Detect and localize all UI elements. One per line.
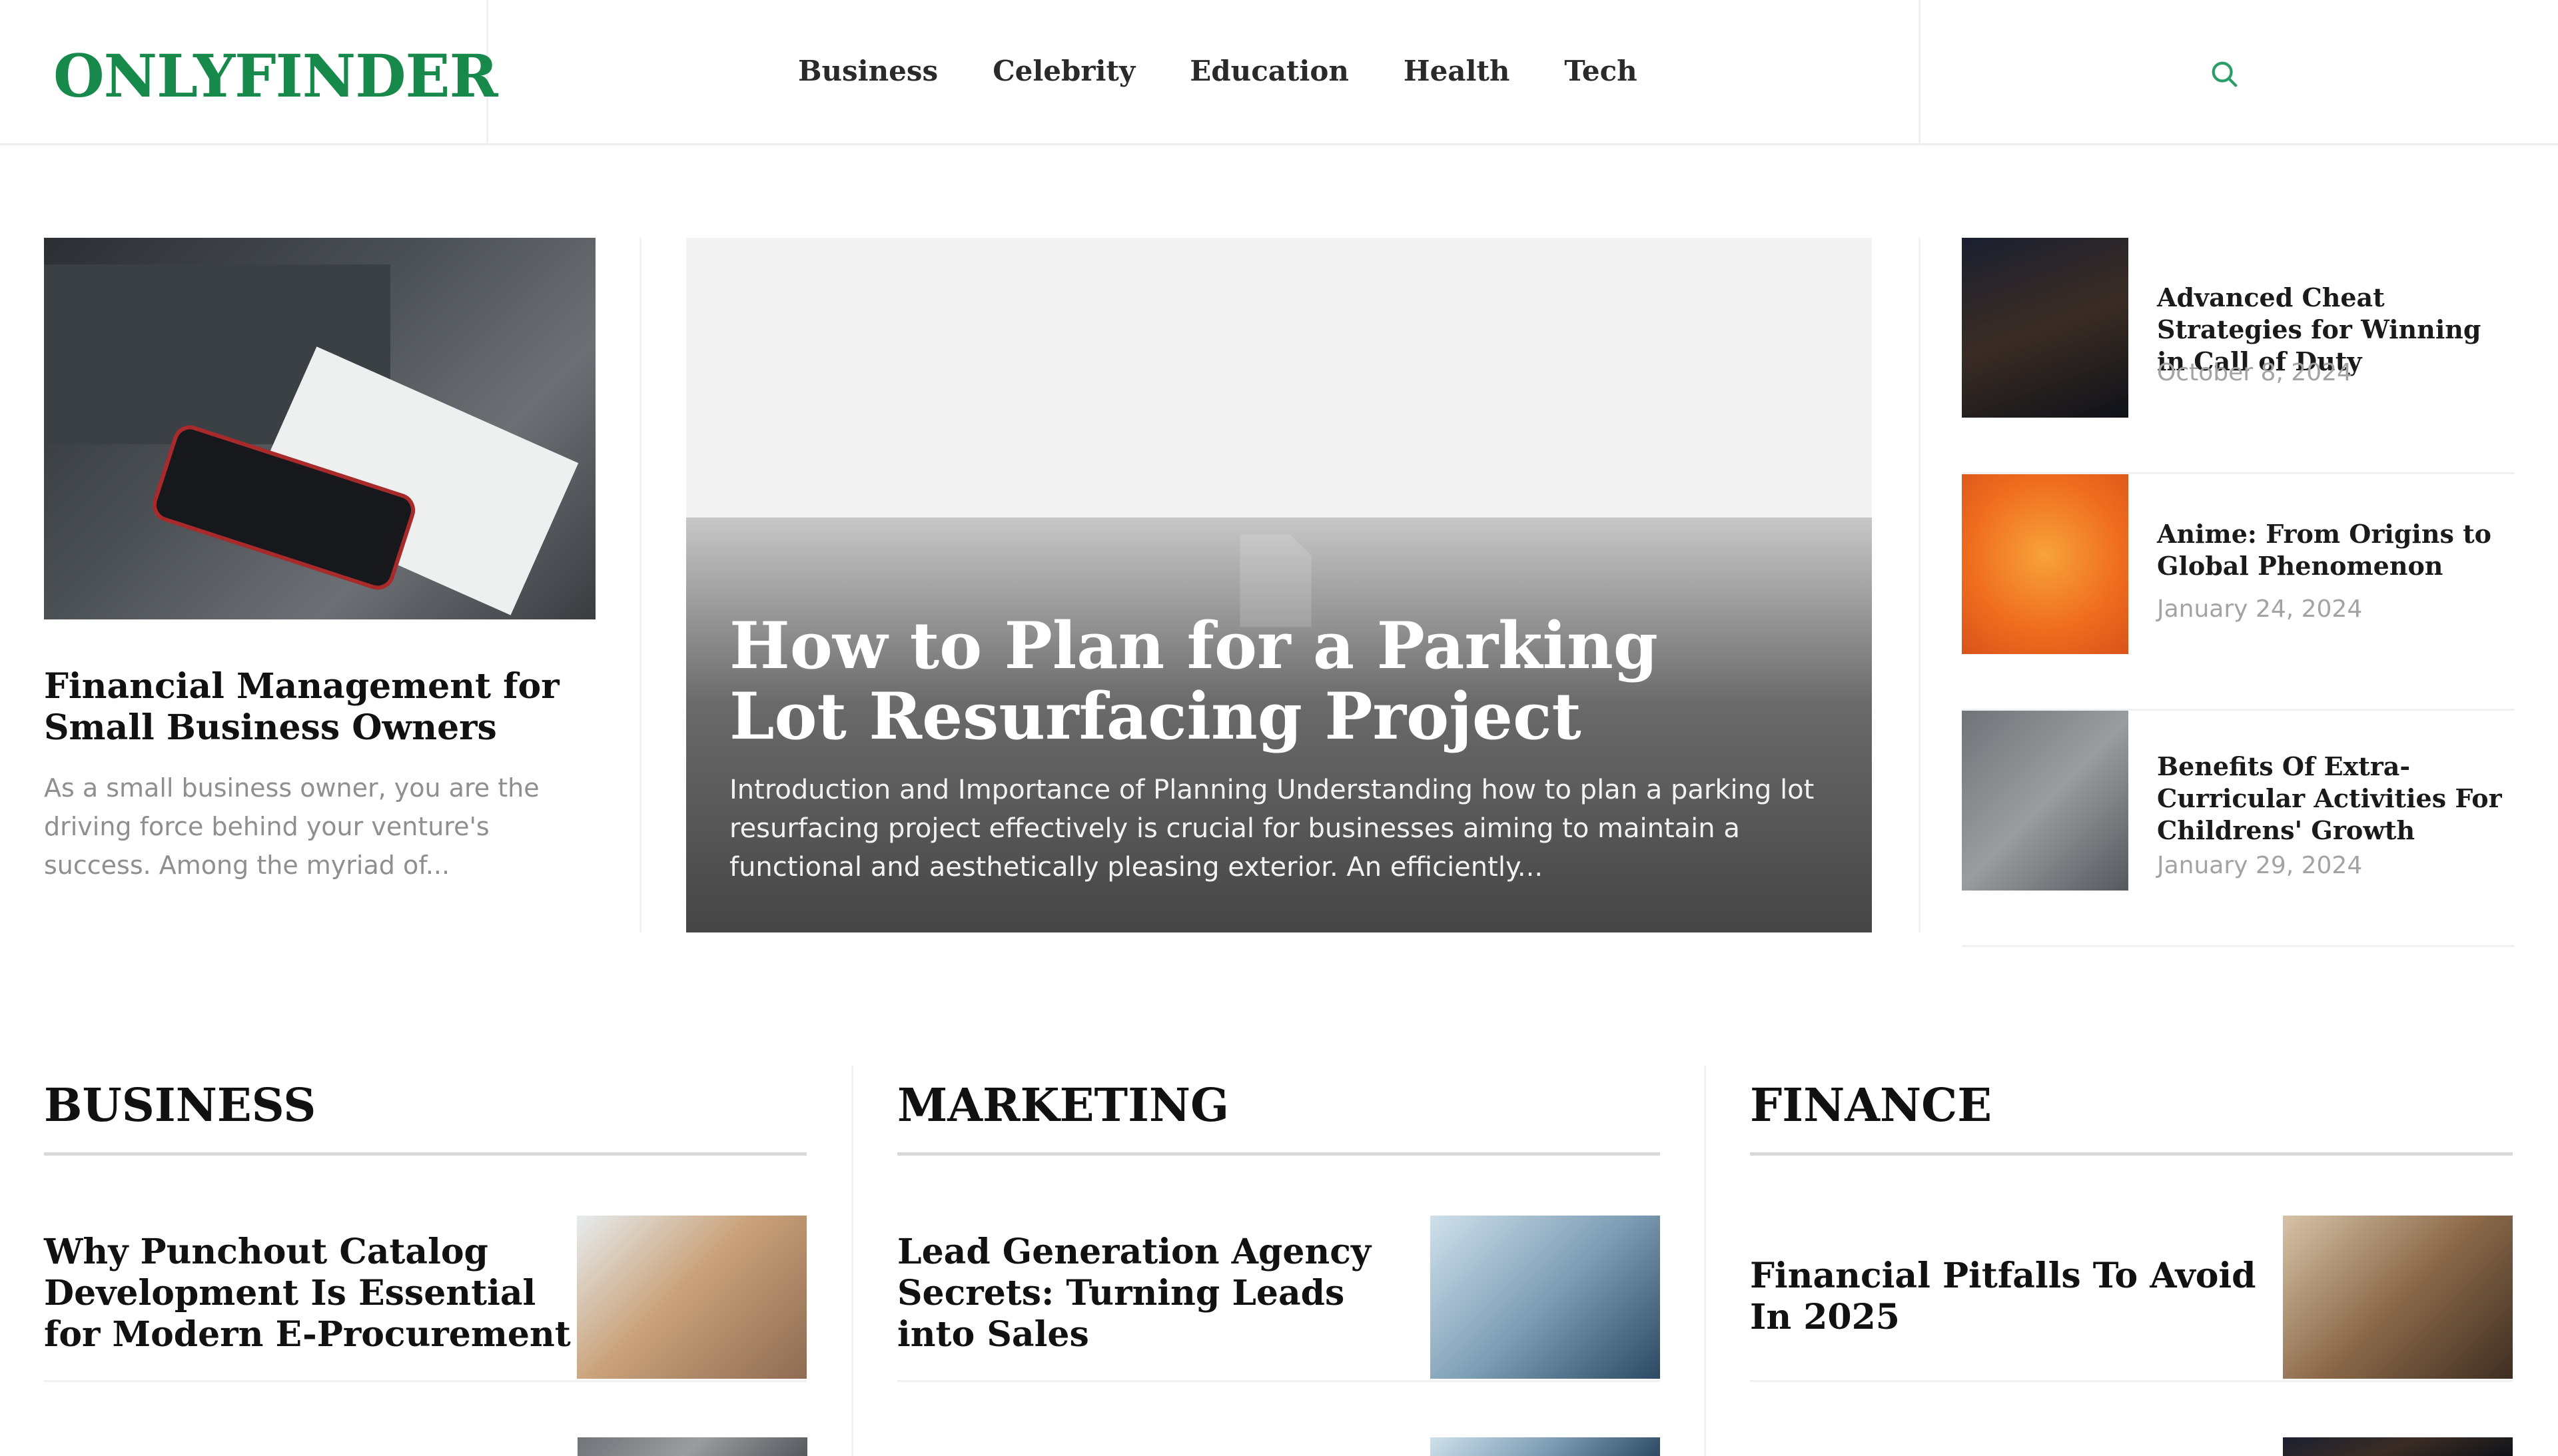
article-thumbnail[interactable] <box>1962 474 2128 654</box>
site-header: ONLYFINDER Business Celebrity Education … <box>0 0 2558 145</box>
search-icon[interactable] <box>2209 59 2240 89</box>
list-item[interactable]: Anime: From Origins to Global Phenomenon… <box>1962 474 2515 711</box>
list-item[interactable]: Advanced Cheat Strategies for Winning in… <box>1962 238 2515 474</box>
section-marketing: MARKETING Lead Generation Agency Secrets… <box>897 1079 1660 1382</box>
nav-item-education[interactable]: Education <box>1190 55 1349 87</box>
article-thumbnail[interactable] <box>2283 1216 2513 1379</box>
article-thumbnail-peek[interactable] <box>2283 1437 2513 1456</box>
article-date: January 29, 2024 <box>2157 852 2363 879</box>
site-logo[interactable]: ONLYFINDER <box>53 41 498 111</box>
right-article-list: Advanced Cheat Strategies for Winning in… <box>1962 238 2515 947</box>
section-heading: MARKETING <box>897 1079 1660 1156</box>
article-thumbnail[interactable] <box>577 1216 807 1379</box>
column-divider <box>1704 1066 1706 1456</box>
hero-title[interactable]: How to Plan for a Parking Lot Resurfacin… <box>729 611 1795 752</box>
section-heading: FINANCE <box>1750 1079 2513 1156</box>
nav-item-celebrity[interactable]: Celebrity <box>993 55 1135 87</box>
article-title[interactable]: Financial Pitfalls To Avoid In 2025 <box>1750 1256 2283 1338</box>
column-divider <box>1918 238 1920 932</box>
section-business: BUSINESS Why Punchout Catalog Developmen… <box>44 1079 807 1382</box>
hero-excerpt: Introduction and Importance of Planning … <box>729 775 1815 883</box>
article-title[interactable]: Anime: From Origins to Global Phenomenon <box>2157 518 2517 582</box>
section-finance: FINANCE Financial Pitfalls To Avoid In 2… <box>1750 1079 2513 1382</box>
article-date: January 24, 2024 <box>2157 595 2363 623</box>
nav-item-business[interactable]: Business <box>798 55 938 87</box>
logo-cell: ONLYFINDER <box>0 0 498 145</box>
article-thumbnail-peek[interactable] <box>1430 1437 1660 1456</box>
article-thumbnail-peek[interactable] <box>578 1437 807 1456</box>
hero-article[interactable]: How to Plan for a Parking Lot Resurfacin… <box>686 238 1872 932</box>
article-image[interactable] <box>44 238 596 619</box>
article-title[interactable]: Why Punchout Catalog Development Is Esse… <box>44 1232 577 1355</box>
main-nav: Business Celebrity Education Health Tech <box>798 55 1637 87</box>
article-date: October 8, 2024 <box>2157 359 2352 386</box>
featured-article-left[interactable]: Financial Management for Small Business … <box>44 238 597 885</box>
article-thumbnail[interactable] <box>1962 238 2128 418</box>
section-item[interactable]: Why Punchout Catalog Development Is Esse… <box>44 1216 807 1382</box>
article-title[interactable]: Financial Management for Small Business … <box>44 666 597 749</box>
section-item[interactable]: Financial Pitfalls To Avoid In 2025 <box>1750 1216 2513 1382</box>
column-divider <box>851 1066 853 1456</box>
article-excerpt: As a small business owner, you are the d… <box>44 773 540 880</box>
section-item[interactable]: Lead Generation Agency Secrets: Turning … <box>897 1216 1660 1382</box>
article-title[interactable]: Benefits Of Extra-Curricular Activities … <box>2157 751 2517 847</box>
nav-item-tech[interactable]: Tech <box>1564 55 1637 87</box>
column-divider <box>640 238 641 932</box>
article-thumbnail[interactable] <box>1962 711 2128 891</box>
nav-item-health[interactable]: Health <box>1404 55 1510 87</box>
section-heading: BUSINESS <box>44 1079 807 1156</box>
article-thumbnail[interactable] <box>1430 1216 1660 1379</box>
list-item[interactable]: Benefits Of Extra-Curricular Activities … <box>1962 711 2515 947</box>
article-title[interactable]: Lead Generation Agency Secrets: Turning … <box>897 1232 1430 1355</box>
